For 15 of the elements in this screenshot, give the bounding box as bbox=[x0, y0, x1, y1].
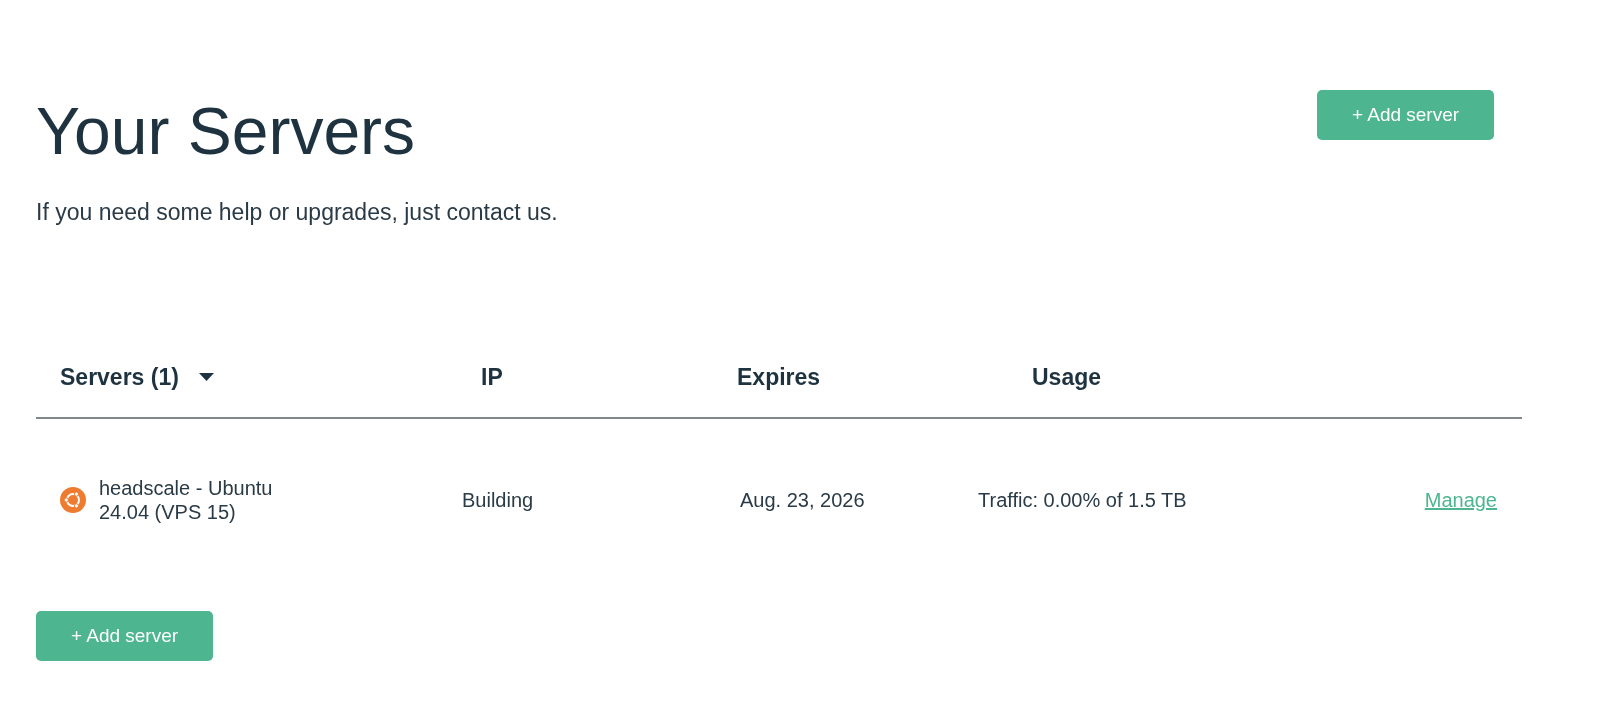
manage-link[interactable]: Manage bbox=[1424, 488, 1497, 512]
column-header: IP bbox=[481, 363, 503, 391]
caret-icon bbox=[198, 373, 214, 381]
traffic-usage: Traffic: 0.00% of 1.5 TB bbox=[978, 488, 1187, 512]
expiry-date: Aug. 23, 2026 bbox=[740, 488, 865, 512]
os-logo-icon bbox=[60, 487, 86, 513]
column-header[interactable]: Servers (1) bbox=[60, 363, 214, 391]
add-server-button[interactable]: + Add server bbox=[1317, 90, 1494, 140]
add-server-button[interactable]: + Add server bbox=[36, 611, 213, 661]
page-title: Your Servers bbox=[36, 98, 416, 164]
column-header: Usage bbox=[1032, 363, 1102, 391]
ip-status: Building bbox=[462, 488, 534, 512]
page-subtitle: If you need some help or upgrades, just contact us. bbox=[36, 198, 558, 226]
column-header: Expires bbox=[737, 363, 821, 391]
server-name: headscale - Ubuntu 24.04 (VPS 15) bbox=[99, 476, 274, 524]
